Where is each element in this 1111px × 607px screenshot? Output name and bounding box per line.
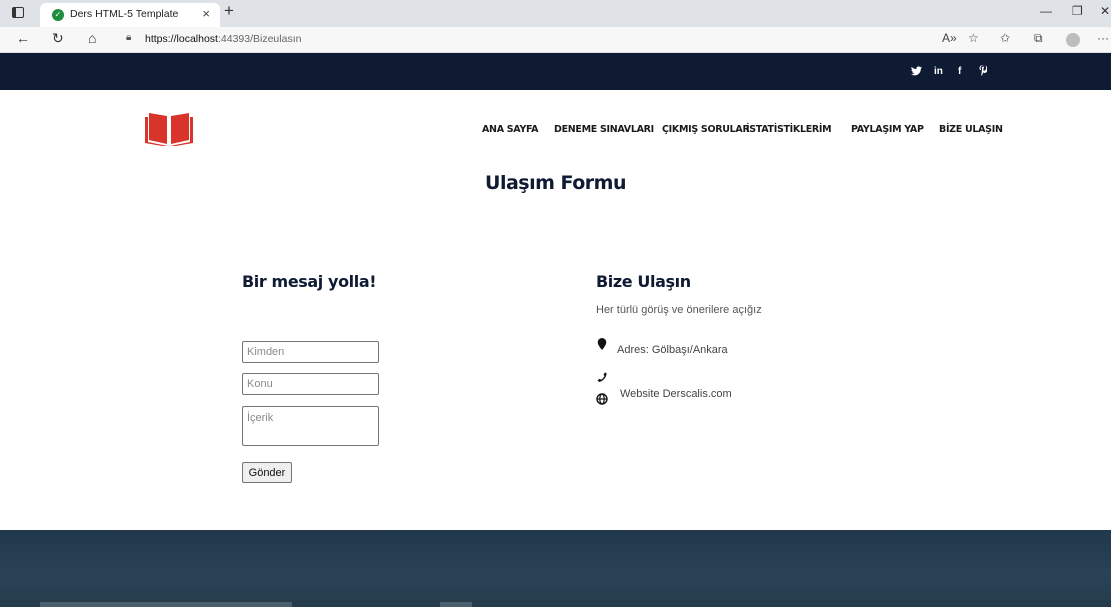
tab-title: Ders HTML-5 Template: [70, 8, 179, 20]
favorites-icon[interactable]: ✩: [1000, 31, 1010, 45]
url-field[interactable]: https://localhost:44393/Bizeulasın: [145, 33, 301, 45]
profile-avatar[interactable]: [1066, 33, 1080, 47]
lock-icon[interactable]: 🔒︎: [126, 32, 131, 43]
twitter-icon[interactable]: [911, 66, 922, 76]
tab-close-icon[interactable]: ×: [202, 6, 210, 21]
nav-ana-sayfa[interactable]: ANA SAYFA: [482, 124, 538, 135]
website-text: Website Derscalis.com: [620, 388, 732, 400]
content-textarea[interactable]: [242, 406, 379, 446]
address-bar: ← ↻ ⌂ 🔒︎ https://localhost:44393/Bizeula…: [0, 27, 1111, 53]
new-tab-button[interactable]: +: [224, 1, 234, 21]
nav-bize-ulasin[interactable]: BİZE ULAŞIN: [939, 124, 1003, 135]
browser-tab-strip: ✓ Ders HTML-5 Template × + — ❐ ✕: [0, 0, 1111, 27]
map-pin-icon: [597, 338, 607, 350]
linkedin-icon[interactable]: in: [934, 66, 943, 77]
top-social-bar: in f: [0, 53, 1111, 90]
minimize-icon[interactable]: —: [1040, 4, 1052, 18]
globe-icon: [596, 393, 608, 405]
subject-field[interactable]: [242, 373, 379, 395]
url-path: :44393/Bizeulasın: [217, 33, 302, 45]
contact-subtitle: Her türlü görüş ve önerilere açığız: [596, 304, 762, 316]
pinterest-icon[interactable]: [979, 65, 987, 76]
submit-button[interactable]: Gönder: [242, 462, 292, 483]
form-heading: Bir mesaj yolla!: [242, 272, 377, 291]
add-favorite-icon[interactable]: ☆: [968, 31, 979, 45]
back-icon[interactable]: ←: [16, 30, 30, 46]
footer-scroll-element: [40, 602, 292, 607]
tab-actions-icon[interactable]: [12, 7, 24, 18]
nav-cikmis-sorular[interactable]: ÇIKMIŞ SORULAR: [662, 124, 750, 135]
reload-icon[interactable]: ↻: [52, 30, 64, 47]
nav-paylasim-yap[interactable]: PAYLAŞIM YAP: [851, 124, 924, 135]
facebook-icon[interactable]: f: [958, 66, 961, 77]
collections-icon[interactable]: ⧉: [1034, 31, 1043, 46]
from-field[interactable]: [242, 341, 379, 363]
contact-heading: Bize Ulaşın: [596, 272, 691, 291]
browser-tab[interactable]: ✓ Ders HTML-5 Template ×: [40, 3, 220, 27]
favicon-check-icon: ✓: [52, 9, 64, 21]
more-menu-icon[interactable]: ···: [1097, 31, 1109, 45]
close-window-icon[interactable]: ✕: [1100, 4, 1110, 18]
footer-banner: [0, 530, 1111, 607]
book-logo-icon[interactable]: [145, 110, 193, 146]
phone-icon: [597, 372, 607, 382]
nav-deneme-sinavlari[interactable]: DENEME SINAVLARI: [554, 124, 654, 135]
footer-scroll-element-small: [440, 602, 472, 607]
page-title: Ulaşım Formu: [485, 172, 626, 194]
read-aloud-icon[interactable]: A»: [942, 31, 957, 45]
nav-istatistiklerim[interactable]: İSTATİSTİKLERİM: [746, 124, 832, 135]
home-icon[interactable]: ⌂: [88, 30, 96, 46]
url-host: https://localhost: [145, 33, 218, 45]
restore-icon[interactable]: ❐: [1072, 4, 1083, 18]
address-text: Adres: Gölbaşı/Ankara: [617, 344, 728, 356]
